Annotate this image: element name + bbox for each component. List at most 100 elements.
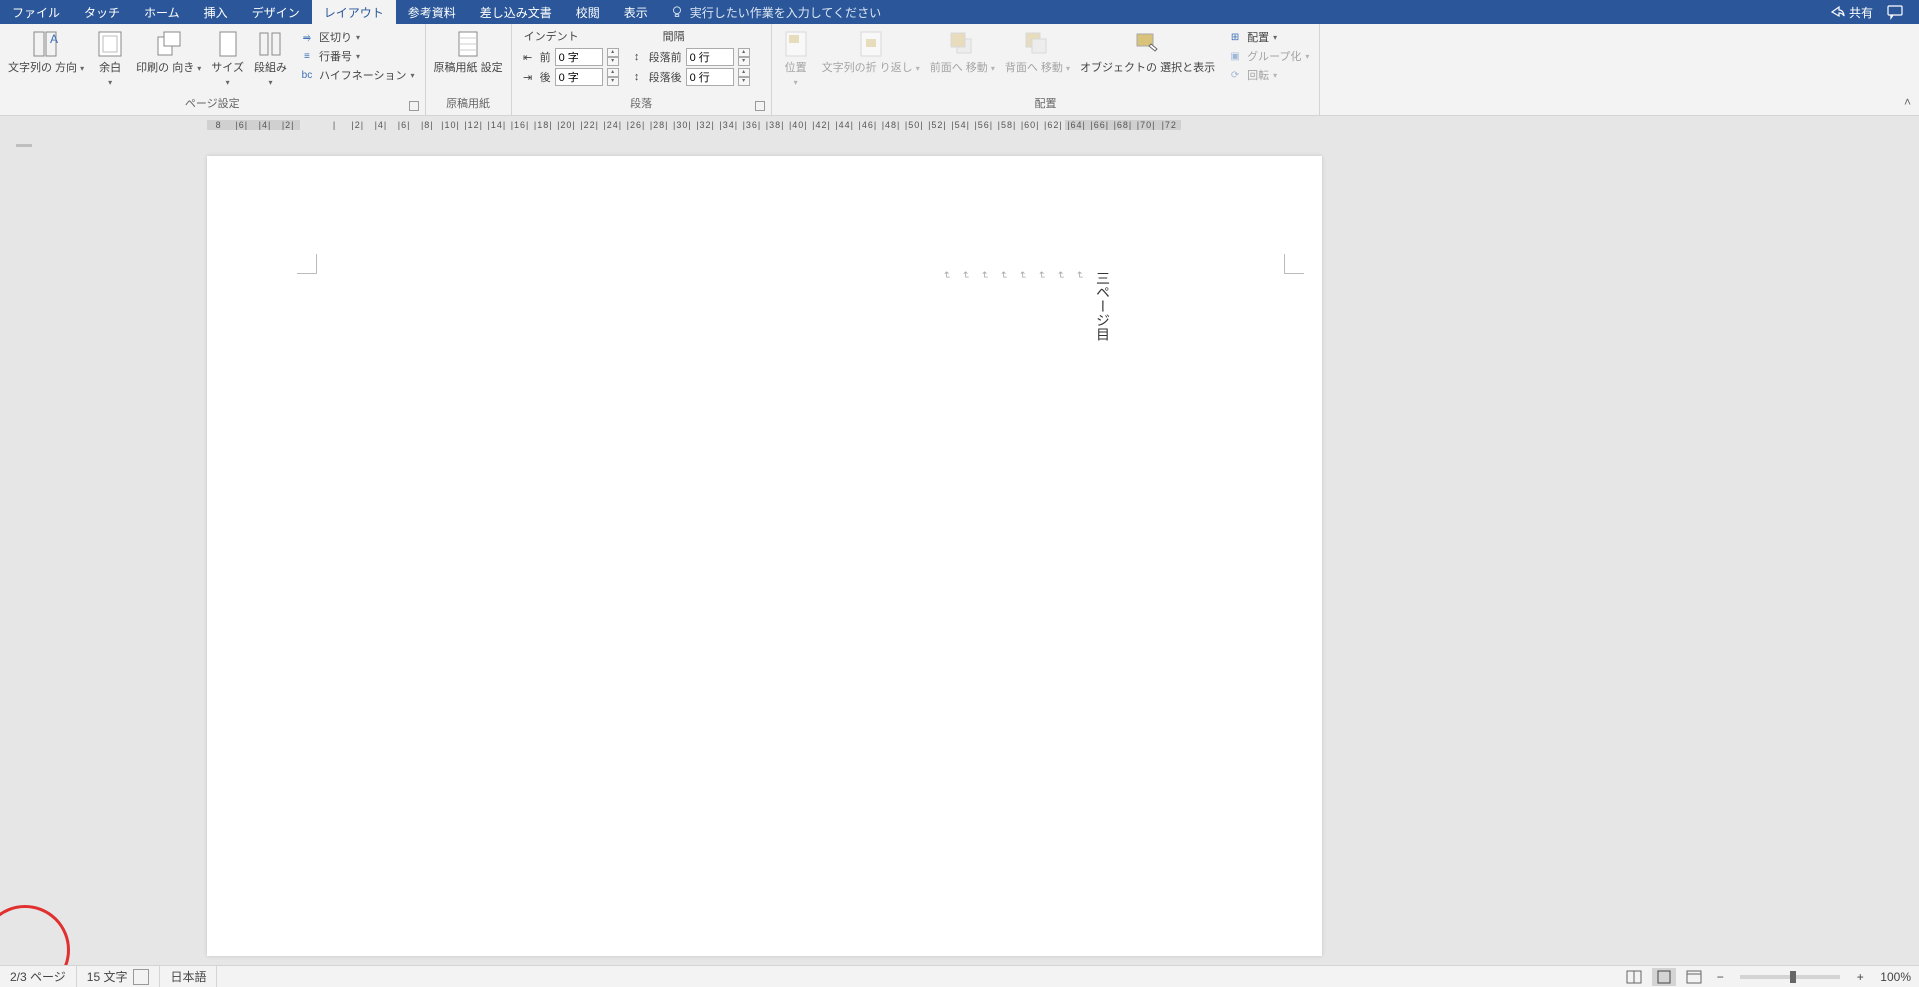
ruler-tick: |42| (810, 120, 833, 130)
tab-mailings[interactable]: 差し込み文書 (468, 0, 564, 24)
spacing-after-up[interactable]: ▴ (738, 68, 750, 77)
spacing-after-input[interactable] (686, 68, 734, 86)
tell-me-search[interactable]: 実行したい作業を入力してください (660, 0, 891, 24)
page[interactable]: 三ページ目 ↵ ↵ ↵ ↵ ↵ ↵ ↵ ↵ (207, 156, 1322, 956)
hyphenation-button[interactable]: bcハイフネーション ▾ (295, 66, 419, 84)
ruler-tick: |8| (416, 120, 439, 130)
ruler-tick: |2| (346, 120, 369, 130)
collapse-ribbon-button[interactable]: ˄ (1904, 95, 1911, 109)
selection-pane-button[interactable]: オブジェクトの 選択と表示 (1076, 26, 1219, 78)
tab-layout[interactable]: レイアウト (312, 0, 396, 24)
zoom-level[interactable]: 100% (1880, 970, 1911, 984)
ruler-tick: |44| (833, 120, 856, 130)
columns-button[interactable]: 段組み▾ (250, 26, 291, 92)
spacing-before-input[interactable] (686, 48, 734, 66)
spacing-before-up[interactable]: ▴ (738, 48, 750, 57)
indent-left-input[interactable] (555, 48, 603, 66)
ruler-tick: |16| (508, 120, 531, 130)
breaks-icon: ⥤ (299, 29, 315, 45)
ruler-tick: |12| (462, 120, 485, 130)
page-setup-launcher[interactable] (409, 101, 419, 111)
paragraph-mark: ↵ (1035, 271, 1046, 341)
breaks-label: 区切り (319, 29, 352, 45)
selection-pane-label: オブジェクトの 選択と表示 (1080, 62, 1215, 76)
size-button[interactable]: サイズ▾ (207, 26, 248, 92)
zoom-in-button[interactable]: + (1852, 970, 1868, 984)
spacing-header: 間隔 (659, 28, 689, 46)
comment-icon[interactable] (1887, 4, 1903, 20)
align-label: 配置 (1247, 29, 1269, 45)
group-paragraph: インデント 間隔 ⇤ 前 ▴▾ ↕ 段落前 ▴▾ ⇥ (512, 24, 772, 115)
tab-home[interactable]: ホーム (132, 0, 192, 24)
ruler-tick: |34| (717, 120, 740, 130)
indent-left-down[interactable]: ▾ (607, 57, 619, 66)
tab-reference[interactable]: 参考資料 (396, 0, 468, 24)
ruler-tick: |70| (1135, 120, 1158, 130)
web-layout-button[interactable] (1682, 968, 1706, 986)
indent-right-label: 後 (540, 69, 551, 85)
size-icon (213, 29, 243, 59)
margin-corner-tl (297, 254, 317, 274)
ruler-tick: |68| (1111, 120, 1134, 130)
print-layout-button[interactable] (1652, 968, 1676, 986)
zoom-out-button[interactable]: − (1712, 970, 1728, 984)
align-button[interactable]: ⊞配置 ▾ (1223, 28, 1313, 46)
ruler-tick: |6| (393, 120, 416, 130)
indent-left-up[interactable]: ▴ (607, 48, 619, 57)
zoom-slider[interactable] (1740, 975, 1840, 979)
bring-forward-label: 前面へ 移動 (930, 62, 988, 74)
position-label: 位置 (785, 62, 807, 74)
breaks-button[interactable]: ⥤区切り ▾ (295, 28, 419, 46)
status-word-count[interactable]: 15 文字 (77, 966, 161, 987)
proofing-icon[interactable] (133, 969, 149, 985)
zoom-slider-thumb[interactable] (1790, 971, 1796, 983)
paragraph-mark: ↵ (940, 271, 951, 341)
orientation-button[interactable]: 印刷の 向き ▾ (132, 26, 205, 78)
indent-right-up[interactable]: ▴ (607, 68, 619, 77)
horizontal-ruler[interactable]: 8|6||4||2|||2||4||6||8||10||12||14||16||… (0, 116, 1919, 134)
tab-review[interactable]: 校閲 (564, 0, 612, 24)
send-backward-button: 背面へ 移動 ▾ (1001, 26, 1074, 78)
ruler-tick: |22| (578, 120, 601, 130)
share-button[interactable]: 共有 (1829, 4, 1873, 21)
share-icon (1829, 4, 1845, 20)
line-numbers-button[interactable]: ≡行番号 ▾ (295, 47, 419, 65)
paragraph-launcher[interactable] (755, 101, 765, 111)
indent-header: インデント (520, 28, 583, 46)
manuscript-settings-button[interactable]: 原稿用紙 設定 (430, 26, 507, 78)
ruler-tick: |24| (601, 120, 624, 130)
indent-right-input[interactable] (555, 68, 603, 86)
ruler-tick: |2| (277, 120, 300, 130)
spacing-after-icon: ↕ (629, 69, 645, 85)
margins-button[interactable]: 余白▾ (90, 26, 130, 92)
tab-insert[interactable]: 挿入 (192, 0, 240, 24)
tab-design[interactable]: デザイン (240, 0, 312, 24)
rotate-icon: ⟳ (1227, 67, 1243, 83)
group-arrange-label: 配置 (776, 93, 1316, 115)
tab-touch[interactable]: タッチ (72, 0, 132, 24)
group-page-setup-label: ページ設定 (185, 98, 240, 110)
group-objects-label: グループ化 (1247, 48, 1301, 64)
ruler-tick: |20| (555, 120, 578, 130)
wrap-text-button: 文字列の折 り返し ▾ (818, 26, 924, 78)
spacing-before-down[interactable]: ▾ (738, 57, 750, 66)
status-language[interactable]: 日本語 (160, 966, 217, 987)
status-page[interactable]: 2/3 ページ (0, 966, 77, 987)
document-area[interactable]: 三ページ目 ↵ ↵ ↵ ↵ ↵ ↵ ↵ ↵ (0, 134, 1919, 965)
spacing-after-down[interactable]: ▾ (738, 77, 750, 86)
manuscript-icon (453, 29, 483, 59)
text-direction-label: 文字列の 方向 (8, 62, 77, 74)
tab-file[interactable]: ファイル (0, 0, 72, 24)
page-text-line: 三ページ目 (1092, 271, 1112, 341)
ruler-tick: |4| (369, 120, 392, 130)
tabs-bar: ファイル タッチ ホーム 挿入 デザイン レイアウト 参考資料 差し込み文書 校… (0, 0, 1919, 24)
indent-right-icon: ⇥ (520, 69, 536, 85)
text-direction-button[interactable]: A 文字列の 方向 ▾ (4, 26, 88, 78)
indent-right-down[interactable]: ▾ (607, 77, 619, 86)
group-page-setup: A 文字列の 方向 ▾ 余白▾ 印刷の 向き ▾ サイズ▾ 段組み▾ ⥤区切り … (0, 24, 426, 115)
ruler-tick: |38| (764, 120, 787, 130)
ruler-tick: |4| (253, 120, 276, 130)
read-mode-button[interactable] (1622, 968, 1646, 986)
page-body-text[interactable]: 三ページ目 ↵ ↵ ↵ ↵ ↵ ↵ ↵ ↵ (940, 271, 1112, 341)
tab-view[interactable]: 表示 (612, 0, 660, 24)
